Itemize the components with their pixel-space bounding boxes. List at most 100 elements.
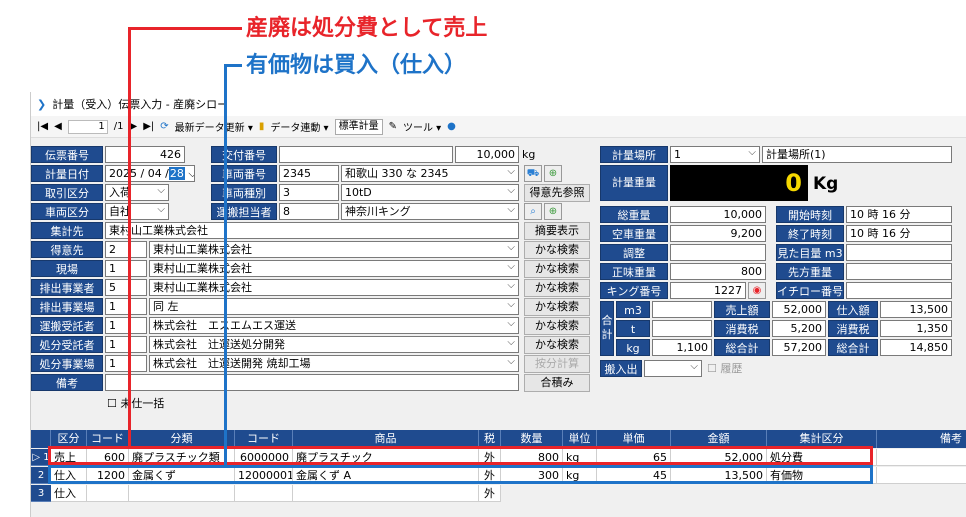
est-field[interactable] [846, 244, 952, 261]
place-code[interactable]: 1 [670, 146, 760, 163]
annotation-red-box [48, 446, 873, 465]
record-total: /1 [113, 121, 124, 132]
tax-purchase-field[interactable]: 1,350 [880, 320, 952, 337]
emit-site-code[interactable]: 1 [105, 298, 147, 315]
cell-cat[interactable] [129, 485, 235, 502]
vehicle-no-label: 車両番号 [211, 165, 277, 182]
emit-site-search-button[interactable]: かな検索 [524, 298, 590, 316]
transport-label: 運搬受託者 [31, 317, 103, 334]
vehicle-no-name[interactable]: 和歌山 330 な 2345 [341, 165, 519, 182]
prev-record-button[interactable]: ◀ [54, 121, 62, 132]
site-name[interactable]: 東村山工業株式会社 [149, 260, 519, 277]
tools-button[interactable]: ツール ▾ [403, 119, 441, 134]
emitter-search-button[interactable]: かな検索 [524, 279, 590, 297]
site-code[interactable]: 1 [105, 260, 147, 277]
disposal-code[interactable]: 1 [105, 336, 147, 353]
adjust-label: 調整 [600, 244, 668, 261]
cell-item[interactable] [293, 485, 479, 502]
first-record-button[interactable]: |◀ [37, 121, 48, 132]
emitter-name[interactable]: 東村山工業株式会社 [149, 279, 519, 296]
transport-search-button[interactable]: かな検索 [524, 317, 590, 335]
mode-select[interactable]: 標準計量 [334, 118, 383, 135]
total-sales-field[interactable]: 57,200 [772, 339, 826, 356]
history-checkbox[interactable]: ☐ 履歴 [707, 360, 742, 377]
refresh-button[interactable]: 最新データ更新 ▾ [175, 119, 253, 134]
dest-field[interactable] [846, 263, 952, 280]
add-icon[interactable]: ⊕ [544, 165, 562, 182]
customer-label: 得意先 [31, 241, 103, 258]
price-calc-button[interactable]: 按分計算 [524, 355, 590, 373]
cell-code1[interactable] [87, 485, 129, 502]
cell-note[interactable] [877, 467, 966, 484]
vehicle-div-select[interactable]: 自社 [105, 203, 169, 220]
cell-kbn[interactable]: 仕入 [51, 485, 87, 502]
disposal-site-name[interactable]: 株式会社 辻運送開発 焼却工場 [149, 355, 519, 372]
combine-button[interactable]: 合積み [524, 374, 590, 392]
measure-date-field[interactable]: 2025 / 04 /28 ⌵ [105, 165, 195, 182]
t-field[interactable] [652, 320, 712, 337]
disposal-site-label: 処分事業場 [31, 355, 103, 372]
data-link-button[interactable]: データ連動 ▾ [270, 119, 328, 134]
capacity-unit: kg [522, 148, 536, 161]
vehicle-type-code[interactable]: 3 [279, 184, 339, 201]
tax-sales-field[interactable]: 5,200 [772, 320, 826, 337]
summary-button[interactable]: 摘要表示 [524, 222, 590, 240]
emitter-code[interactable]: 5 [105, 279, 147, 296]
vehicle-type-label: 車両種別 [211, 184, 277, 201]
row-header[interactable]: 3 [31, 485, 51, 502]
inout-select[interactable] [644, 360, 702, 377]
net-field[interactable]: 800 [670, 263, 766, 280]
issue-no-field[interactable] [279, 146, 453, 163]
note-field[interactable] [105, 374, 519, 391]
king-field[interactable]: 1227 [670, 282, 746, 299]
vehicle-type-name[interactable]: 10tD [341, 184, 519, 201]
customer-code[interactable]: 2 [105, 241, 147, 258]
bill-field[interactable]: 東村山工業株式会社 [105, 222, 519, 239]
kg-field[interactable]: 1,100 [652, 339, 712, 356]
weight-label: 計量重量 [600, 165, 668, 201]
help-icon[interactable]: ● [447, 121, 456, 132]
cell-tax[interactable]: 外 [479, 485, 501, 502]
customer-ref-button[interactable]: 得意先参照 [524, 184, 590, 202]
batch-checkbox[interactable]: ☐ 未仕一括 [107, 395, 164, 412]
total-purchase-field[interactable]: 14,850 [880, 339, 952, 356]
slip-no-field[interactable]: 426 [105, 146, 185, 163]
t-label: t [616, 320, 650, 337]
king-icon[interactable]: ◉ [748, 282, 766, 299]
disposal-name[interactable]: 株式会社 辻運送処分開発 [149, 336, 519, 353]
annotation-blue-box [48, 465, 873, 484]
capacity-field[interactable]: 10,000 [455, 146, 519, 163]
trade-select[interactable]: 入荷 [105, 184, 169, 201]
vehicle-no-code[interactable]: 2345 [279, 165, 339, 182]
end-field[interactable]: 10 時 16 分 [846, 225, 952, 242]
site-search-button[interactable]: かな検索 [524, 260, 590, 278]
customer-name[interactable]: 東村山工業株式会社 [149, 241, 519, 258]
m3-field[interactable] [652, 301, 712, 318]
purchase-field[interactable]: 13,500 [880, 301, 952, 318]
cell-note[interactable] [877, 449, 966, 466]
adjust-field[interactable] [670, 244, 766, 261]
record-input[interactable]: 1 [67, 119, 108, 134]
gross-field[interactable]: 10,000 [670, 206, 766, 223]
truck-icon[interactable]: ⛟ [524, 165, 542, 182]
binoculars-icon[interactable]: ⌕ [524, 203, 542, 220]
emit-site-label: 排出事業場 [31, 298, 103, 315]
cell-code2[interactable] [235, 485, 293, 502]
customer-search-button[interactable]: かな検索 [524, 241, 590, 259]
last-record-button[interactable]: ▶| [143, 121, 154, 132]
driver-code[interactable]: 8 [279, 203, 339, 220]
disposal-search-button[interactable]: かな検索 [524, 336, 590, 354]
add-driver-icon[interactable]: ⊕ [544, 203, 562, 220]
emit-site-name[interactable]: 同 左 [149, 298, 519, 315]
driver-name[interactable]: 神奈川キング [341, 203, 519, 220]
window-title: 計量（受入）伝票入力 - 産廃シロー [52, 98, 229, 111]
transport-name[interactable]: 株式会社 エスエムエス運送 [149, 317, 519, 334]
grid-header-note: 備考 [877, 430, 966, 448]
sales-field[interactable]: 52,000 [772, 301, 826, 318]
disposal-site-code[interactable]: 1 [105, 355, 147, 372]
transport-code[interactable]: 1 [105, 317, 147, 334]
start-field[interactable]: 10 時 16 分 [846, 206, 952, 223]
empty-field[interactable]: 9,200 [670, 225, 766, 242]
place-name[interactable]: 計量場所(1) [762, 146, 952, 163]
ichiro-field[interactable] [846, 282, 952, 299]
